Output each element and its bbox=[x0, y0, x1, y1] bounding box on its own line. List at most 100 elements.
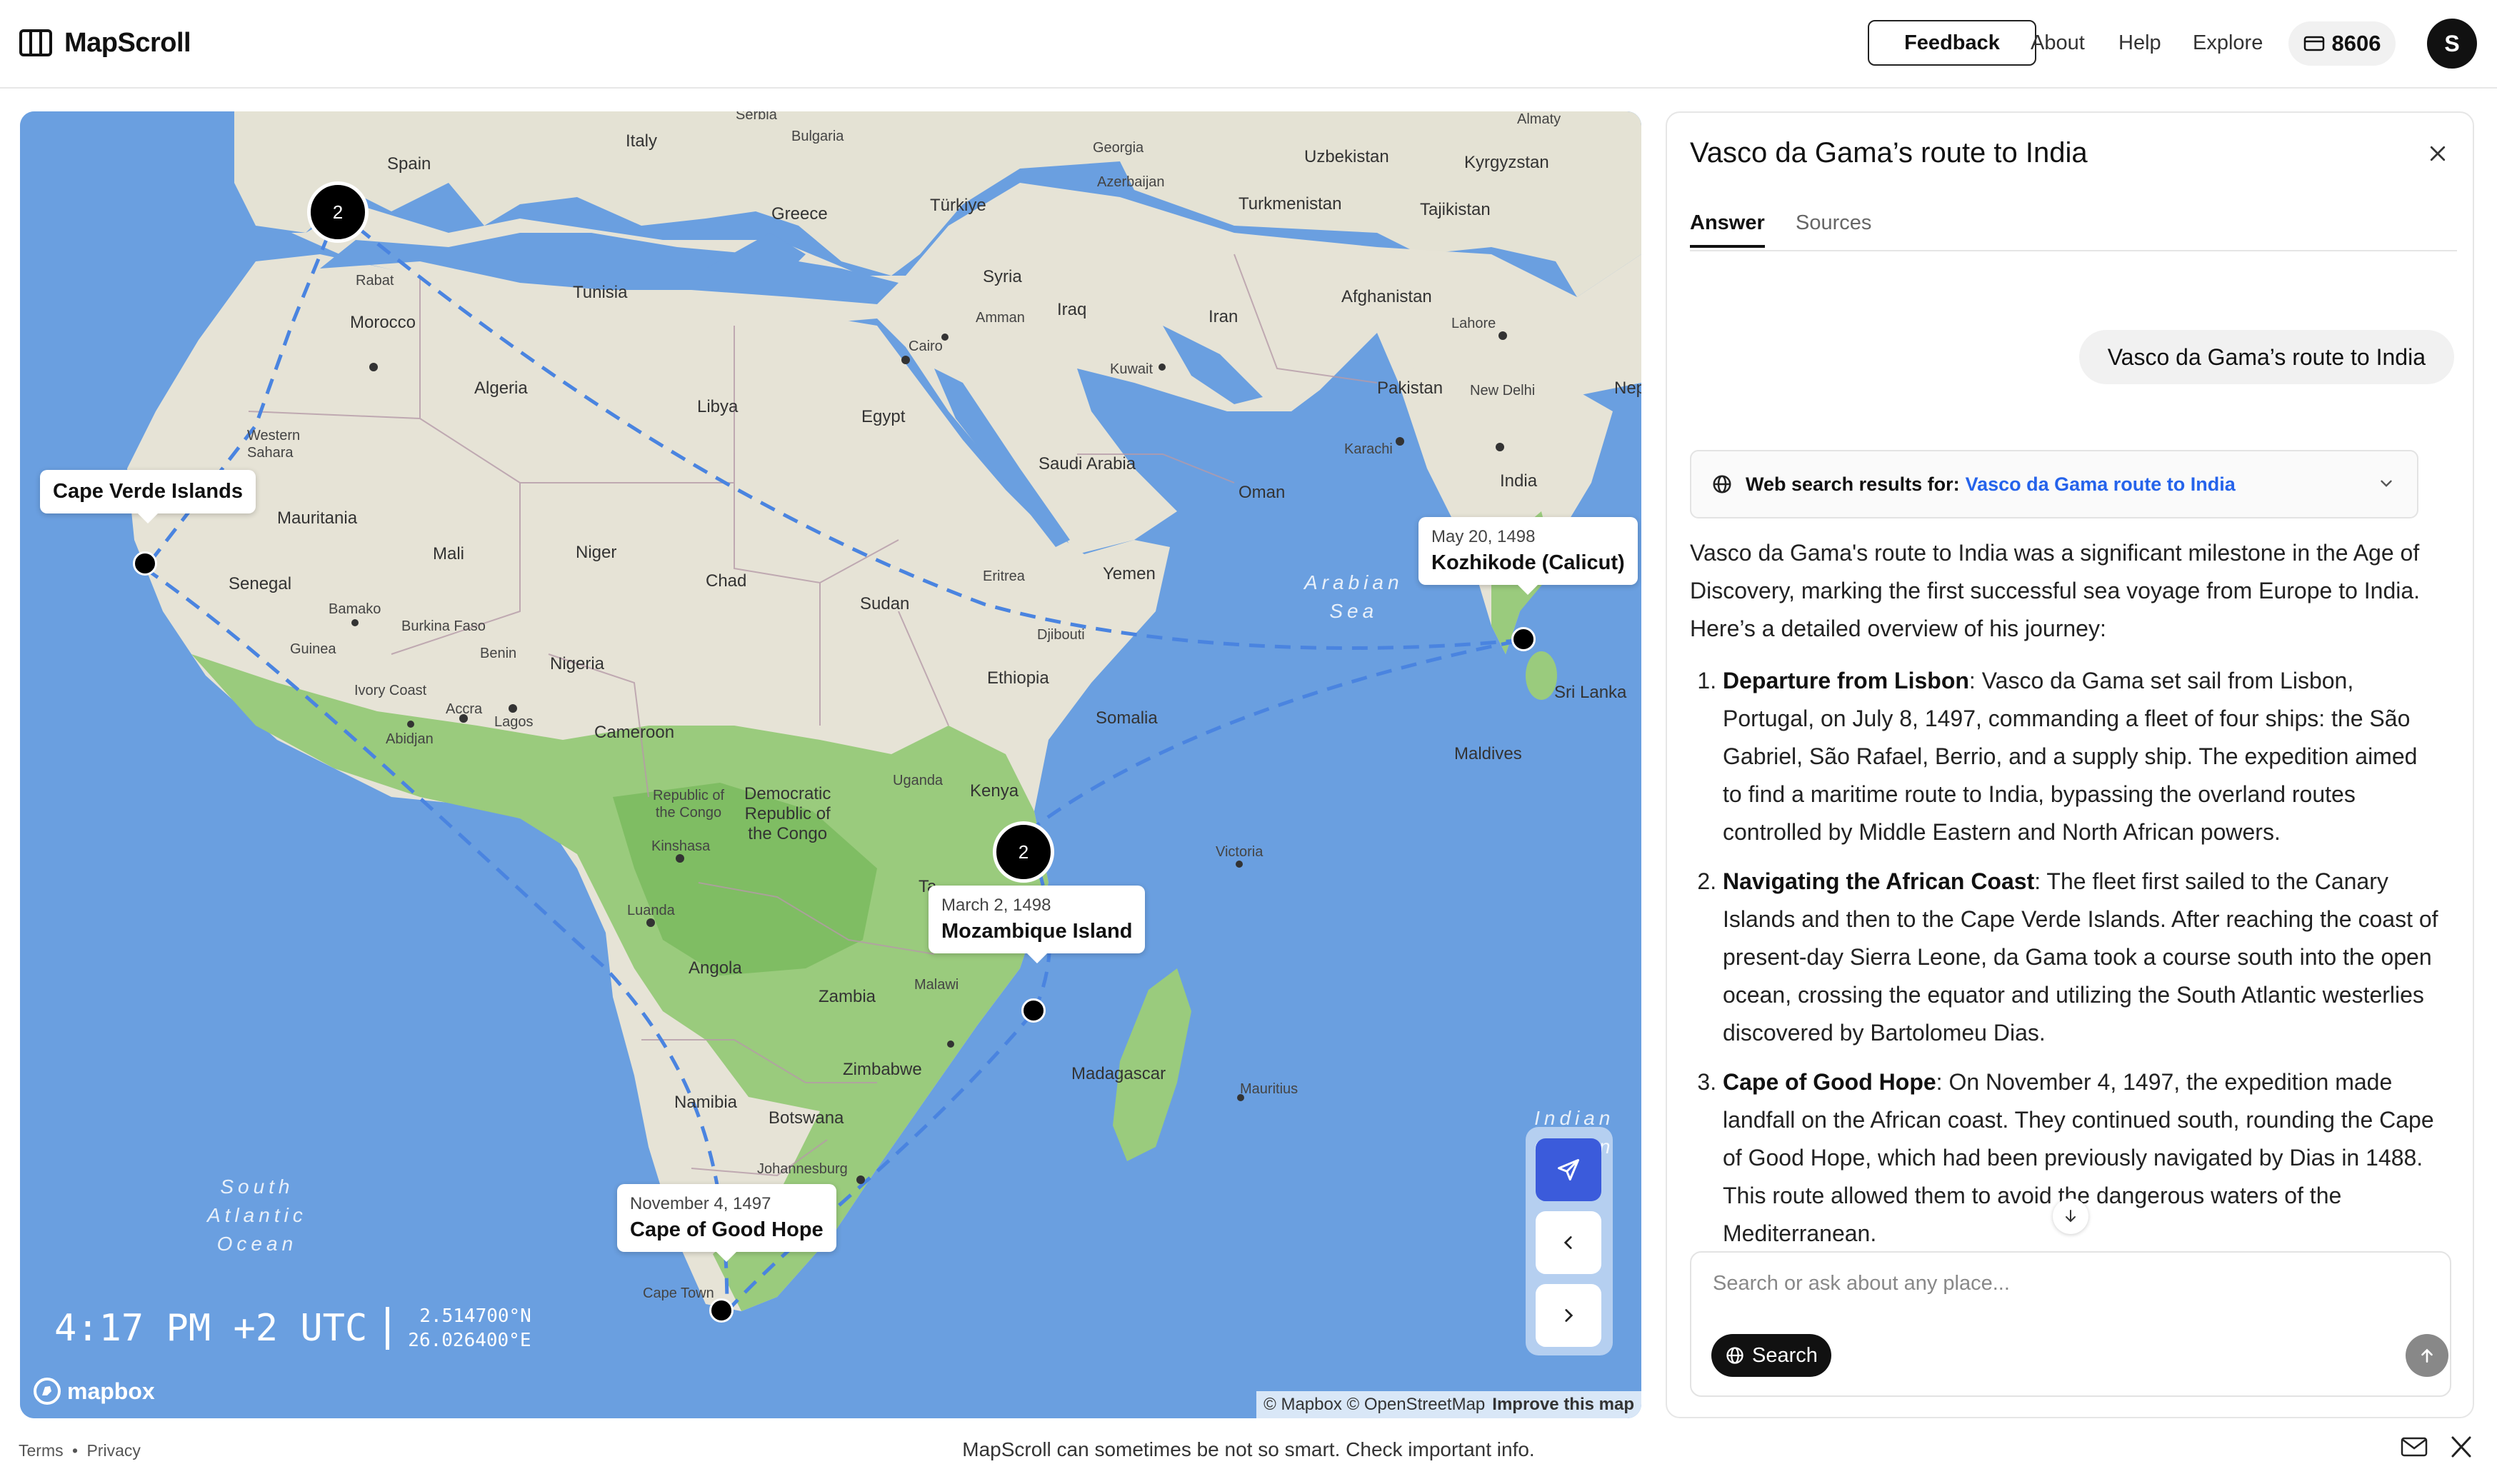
label-angola: Angola bbox=[689, 958, 742, 978]
answer-body: Vasco da Gama's route to India was a sig… bbox=[1690, 534, 2440, 1247]
label-mauritius: Mauritius bbox=[1240, 1081, 1298, 1097]
item-text: : Vasco da Gama set sail from Lisbon, Po… bbox=[1723, 668, 2418, 845]
answer-scroll-area[interactable]: Vasco da Gama’s route to India Answer So… bbox=[1667, 113, 2473, 1247]
nav-explore[interactable]: Explore bbox=[2193, 31, 2263, 55]
latitude: 2.514700°N bbox=[419, 1305, 531, 1327]
improve-map-link[interactable]: Improve this map bbox=[1492, 1395, 1634, 1415]
popup-date: March 2, 1498 bbox=[941, 896, 1051, 915]
answer-panel: Vasco da Gama’s route to India Answer So… bbox=[1666, 111, 2474, 1418]
logo[interactable]: MapScroll bbox=[19, 27, 191, 59]
search-button[interactable]: Search bbox=[1711, 1334, 1831, 1377]
popup-place: Kozhikode (Calicut) bbox=[1431, 551, 1625, 574]
label-turkiye: Türkiye bbox=[930, 196, 986, 215]
label-cameroon: Cameroon bbox=[594, 723, 675, 742]
coordinates: 2.514700°N 26.026400°E bbox=[389, 1304, 531, 1353]
fly-to-button[interactable] bbox=[1536, 1138, 1601, 1201]
label-karachi: Karachi bbox=[1344, 441, 1393, 457]
chevron-right-icon bbox=[1565, 1309, 1573, 1322]
submit-button[interactable] bbox=[2406, 1334, 2448, 1377]
marker-calicut[interactable] bbox=[1511, 627, 1536, 651]
label-uganda: Uganda bbox=[893, 773, 944, 788]
label-malawi: Malawi bbox=[914, 977, 959, 993]
label-zimbabwe: Zimbabwe bbox=[843, 1060, 922, 1079]
label-nep: Nep bbox=[1614, 378, 1641, 398]
local-time: 4:17 PM +2 UTC bbox=[54, 1307, 390, 1350]
answer-intro: Vasco da Gama's route to India was a sig… bbox=[1690, 540, 2421, 641]
mapbox-mark-icon bbox=[34, 1378, 61, 1405]
label-greece: Greece bbox=[771, 204, 828, 224]
credit-card-icon bbox=[2303, 36, 2324, 51]
label-afghanistan: Afghanistan bbox=[1341, 287, 1432, 306]
credits-count: 8606 bbox=[2331, 31, 2381, 56]
panel-title: Vasco da Gama’s route to India bbox=[1690, 137, 2088, 169]
label-nigeria: Nigeria bbox=[550, 654, 605, 673]
label-azerbaijan: Azerbaijan bbox=[1097, 174, 1165, 190]
label-maldives: Maldives bbox=[1454, 744, 1522, 763]
label-ethiopia: Ethiopia bbox=[987, 668, 1049, 688]
web-search-query[interactable]: Vasco da Gama route to India bbox=[1966, 473, 2236, 496]
nav-help[interactable]: Help bbox=[2118, 31, 2161, 55]
item-title: Cape of Good Hope bbox=[1723, 1069, 1936, 1095]
search-input[interactable] bbox=[1711, 1271, 2414, 1296]
label-victoria: Victoria bbox=[1216, 844, 1263, 860]
tab-answer[interactable]: Answer bbox=[1690, 211, 1765, 248]
label-tunisia: Tunisia bbox=[573, 283, 628, 302]
popup-mozambique[interactable]: March 2, 1498 Mozambique Island bbox=[929, 886, 1146, 963]
credits-badge[interactable]: 8606 bbox=[2288, 21, 2396, 66]
label-niger: Niger bbox=[576, 543, 617, 562]
avatar[interactable]: S bbox=[2427, 19, 2477, 69]
disclaimer: MapScroll can sometimes be not so smart.… bbox=[962, 1438, 1535, 1460]
next-stop-button[interactable] bbox=[1536, 1284, 1601, 1347]
footer-icons bbox=[2400, 1435, 2473, 1458]
map-cluster[interactable]: 2 bbox=[993, 821, 1054, 883]
nav-about[interactable]: About bbox=[2031, 31, 2085, 55]
popup-date: November 4, 1497 bbox=[630, 1194, 771, 1213]
label-western-sahara: Western Sahara bbox=[247, 428, 301, 461]
label-djibouti: Djibouti bbox=[1037, 627, 1085, 643]
send-icon bbox=[1558, 1159, 1579, 1180]
label-tajikistan: Tajikistan bbox=[1420, 200, 1491, 219]
mapbox-logo[interactable]: mapbox bbox=[33, 1377, 155, 1405]
label-cape-town: Cape Town bbox=[643, 1285, 714, 1301]
label-zambia: Zambia bbox=[819, 987, 876, 1006]
label-abidjan: Abidjan bbox=[386, 731, 434, 747]
marker-mozambique[interactable] bbox=[1021, 998, 1046, 1023]
label-mauritania: Mauritania bbox=[277, 508, 358, 528]
marker-good-hope[interactable] bbox=[709, 1298, 734, 1323]
previous-stop-button[interactable] bbox=[1536, 1211, 1601, 1274]
globe-icon bbox=[1726, 1347, 1743, 1364]
mail-icon[interactable] bbox=[2400, 1435, 2428, 1458]
globe-icon bbox=[1713, 475, 1731, 493]
map-attribution: © Mapbox © OpenStreetMap Improve this ma… bbox=[1256, 1391, 1641, 1418]
web-search-results[interactable]: Web search results for: Vasco da Gama ro… bbox=[1690, 450, 2418, 518]
label-bamako: Bamako bbox=[329, 601, 381, 617]
map-view[interactable]: Spain Italy Bulgaria Serbia Georgia Uzbe… bbox=[20, 111, 1641, 1418]
label-lagos: Lagos bbox=[494, 714, 534, 730]
tab-sources[interactable]: Sources bbox=[1796, 211, 1871, 245]
label-almaty: Almaty bbox=[1517, 111, 1561, 127]
web-search-prefix: Web search results for: bbox=[1746, 473, 1960, 495]
label-italy: Italy bbox=[626, 131, 658, 151]
label-botswana: Botswana bbox=[769, 1108, 844, 1128]
arrow-up-icon bbox=[2421, 1348, 2433, 1363]
label-mali: Mali bbox=[433, 544, 465, 563]
label-eritrea: Eritrea bbox=[983, 568, 1025, 584]
attribution-text[interactable]: © Mapbox © OpenStreetMap bbox=[1263, 1395, 1485, 1415]
label-sri-lanka: Sri Lanka bbox=[1554, 683, 1627, 702]
x-twitter-icon[interactable] bbox=[2450, 1435, 2473, 1458]
popup-cape-verde[interactable]: Cape Verde Islands bbox=[40, 470, 256, 523]
popup-good-hope[interactable]: November 4, 1497 Cape of Good Hope bbox=[617, 1184, 836, 1262]
label-cairo: Cairo bbox=[909, 339, 943, 354]
feedback-button[interactable]: Feedback bbox=[1868, 20, 2036, 66]
label-senegal: Senegal bbox=[229, 574, 292, 593]
popup-place: Mozambique Island bbox=[941, 920, 1133, 943]
marker-cape-verde[interactable] bbox=[133, 551, 157, 576]
close-button[interactable] bbox=[2427, 143, 2448, 168]
label-serbia: Serbia bbox=[736, 111, 777, 123]
label-georgia: Georgia bbox=[1093, 140, 1144, 156]
scroll-down-button[interactable] bbox=[2053, 1198, 2088, 1234]
label-oman: Oman bbox=[1239, 483, 1286, 502]
map-cluster[interactable]: 2 bbox=[307, 181, 369, 243]
popup-calicut[interactable]: May 20, 1498 Kozhikode (Calicut) bbox=[1418, 517, 1638, 595]
chevron-down-icon bbox=[2381, 480, 2392, 487]
